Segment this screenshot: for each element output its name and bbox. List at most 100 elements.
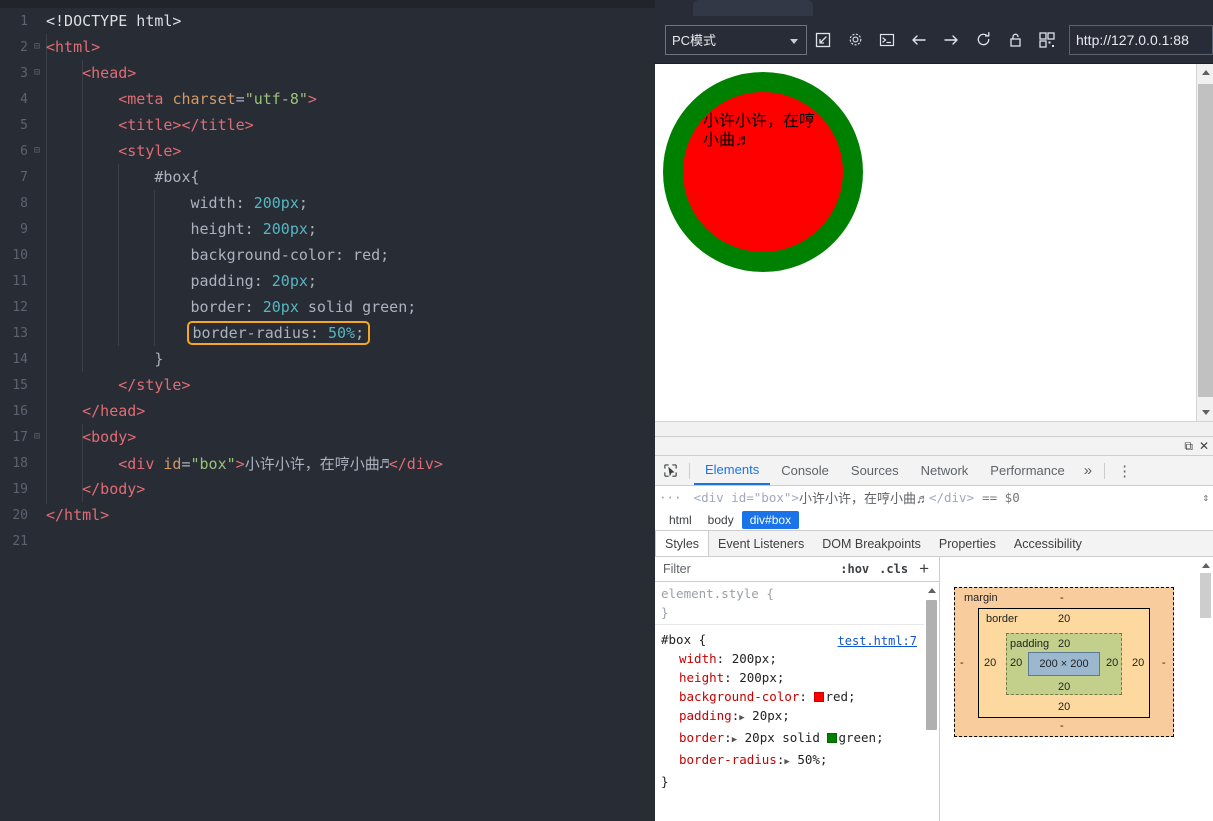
box-model-scrollbar[interactable] (1198, 557, 1213, 821)
styles-panel-tabbar[interactable]: Styles Event Listeners DOM Breakpoints P… (655, 531, 1213, 557)
declaration-height[interactable]: height: 200px; (661, 668, 939, 687)
code-line[interactable]: 13 border-radius: 50%; (0, 320, 655, 346)
styles-scrollbar[interactable] (924, 582, 939, 821)
code-line[interactable]: 17 ⊟ <body> (0, 424, 655, 450)
expand-triangle-icon[interactable]: ▶ (739, 713, 744, 723)
scroll-up-arrow-icon[interactable] (924, 583, 939, 597)
rule-source-link[interactable]: test.html:7 (838, 632, 917, 651)
ptab-styles[interactable]: Styles (655, 531, 710, 556)
code-line[interactable]: 12 border: 20px solid green; (0, 294, 655, 320)
box-model-border-top[interactable]: 20 (1058, 613, 1070, 625)
code-line[interactable]: 5 <title></title> (0, 112, 655, 138)
tab-console[interactable]: Console (770, 456, 840, 485)
box-style-rule[interactable]: #box { test.html:7 width: 200px; height:… (655, 625, 939, 793)
code-line[interactable]: 6 ⊟ <style> (0, 138, 655, 164)
ptab-properties[interactable]: Properties (930, 531, 1005, 556)
code-line[interactable]: 2 ⊟ <html> (0, 34, 655, 60)
hov-toggle[interactable]: :hov (835, 562, 874, 576)
reload-icon[interactable] (967, 24, 999, 56)
tab-network[interactable]: Network (910, 456, 980, 485)
expand-triangle-icon[interactable]: ▶ (784, 757, 789, 767)
box-model-padding-right[interactable]: 20 (1106, 657, 1118, 669)
code-line[interactable]: 7 #box{ (0, 164, 655, 190)
dock-icon[interactable]: ⧉ (1184, 439, 1193, 454)
scroll-thumb[interactable] (1200, 573, 1211, 618)
breadcrumb[interactable]: html body div#box (655, 509, 1213, 531)
lock-icon[interactable] (999, 24, 1031, 56)
ptab-dom-breakpoints[interactable]: DOM Breakpoints (813, 531, 930, 556)
close-icon[interactable]: ✕ (1199, 439, 1209, 453)
tab-elements[interactable]: Elements (694, 456, 771, 485)
code-line[interactable]: 10 background-color: red; (0, 242, 655, 268)
fold-toggle-icon[interactable]: ⊟ (30, 424, 44, 450)
box-model-border-left[interactable]: 20 (984, 657, 996, 669)
code-line[interactable]: 1 <!DOCTYPE html> (0, 8, 655, 34)
scroll-thumb[interactable] (1198, 84, 1213, 397)
popout-window-icon[interactable] (807, 24, 839, 56)
cls-toggle[interactable]: .cls (874, 562, 913, 576)
device-mode-select[interactable]: PC模式 (665, 24, 807, 55)
declaration-background-color[interactable]: background-color: red; (661, 687, 939, 706)
fold-toggle-icon[interactable]: ⊟ (30, 138, 44, 164)
tab-sources[interactable]: Sources (840, 456, 910, 485)
box-model-border-right[interactable]: 20 (1132, 657, 1144, 669)
code-line[interactable]: 4 <meta charset="utf-8"> (0, 86, 655, 112)
devtools-tabbar[interactable]: Elements Console Sources Network Perform… (655, 456, 1213, 486)
qrcode-icon[interactable] (1031, 24, 1063, 56)
code-editor[interactable]: 1 <!DOCTYPE html> 2 ⊟ <html> 3 ⊟ <head> 4 <meta… (0, 0, 655, 781)
dom-tree-row[interactable]: ··· <div id="box"> 小许小许，在哼小曲♬ </div> == … (655, 486, 1213, 509)
styles-filter-row[interactable]: Filter :hov .cls + (655, 557, 939, 582)
scroll-up-arrow-icon[interactable] (1197, 64, 1213, 81)
code-line[interactable]: 8 width: 200px; (0, 190, 655, 216)
breadcrumb-item-divbox[interactable]: div#box (741, 510, 800, 529)
dom-ellipsis[interactable]: ··· (659, 490, 694, 505)
code-line[interactable]: 14 } (0, 346, 655, 372)
inspect-element-icon[interactable] (655, 457, 685, 485)
scroll-down-arrow-icon[interactable] (1197, 404, 1213, 421)
declaration-border[interactable]: border:▶ 20px solid green; (661, 728, 939, 750)
element-style-rule[interactable]: element.style { } (655, 582, 939, 625)
page-horizontal-scrollbar[interactable] (655, 421, 1213, 436)
code-line[interactable]: 19 </body> (0, 476, 655, 502)
code-line[interactable]: 11 padding: 20px; (0, 268, 655, 294)
more-tabs-icon[interactable]: » (1076, 462, 1100, 479)
devtools-resize-handle[interactable] (655, 437, 1213, 440)
declaration-padding[interactable]: padding:▶ 20px; (661, 706, 939, 728)
browser-toolbar[interactable]: PC模式 http://127.0.0.1:88 (655, 16, 1213, 63)
dom-scroll-indicator[interactable]: ⇕ (1202, 491, 1209, 504)
declaration-border-radius[interactable]: border-radius:▶ 50%; (661, 750, 939, 772)
fold-toggle-icon[interactable]: ⊟ (30, 60, 44, 86)
ptab-event-listeners[interactable]: Event Listeners (709, 531, 813, 556)
code-line[interactable]: 21 (0, 528, 655, 554)
code-line[interactable]: 3 ⊟ <head> (0, 60, 655, 86)
code-line[interactable]: 20 </html> (0, 502, 655, 528)
styles-pane[interactable]: Filter :hov .cls + element.style { } #bo… (655, 557, 940, 821)
declaration-width[interactable]: width: 200px; (661, 649, 939, 668)
code-line[interactable]: 18 <div id="box">小许小许，在哼小曲♬</div> (0, 450, 655, 476)
console-icon[interactable] (871, 24, 903, 56)
box-model-margin-bottom[interactable]: - (1060, 720, 1064, 732)
back-arrow-icon[interactable] (903, 24, 935, 56)
scroll-thumb[interactable] (926, 600, 937, 730)
address-bar[interactable]: http://127.0.0.1:88 (1069, 24, 1213, 55)
ptab-accessibility[interactable]: Accessibility (1005, 531, 1091, 556)
browser-tabstrip[interactable] (655, 0, 1213, 16)
breadcrumb-item-body[interactable]: body (700, 511, 742, 529)
box-model-padding-top[interactable]: 20 (1058, 638, 1070, 650)
page-vertical-scrollbar[interactable] (1196, 64, 1213, 421)
box-model-margin-top[interactable]: - (1060, 592, 1064, 604)
forward-arrow-icon[interactable] (935, 24, 967, 56)
fold-toggle-icon[interactable]: ⊟ (30, 34, 44, 60)
editor-lines[interactable]: 1 <!DOCTYPE html> 2 ⊟ <html> 3 ⊟ <head> 4 <meta… (0, 0, 655, 554)
color-swatch-green[interactable] (827, 733, 838, 743)
box-model-diagram[interactable]: margin - - - - border 20 20 20 20 paddin… (954, 587, 1174, 737)
breadcrumb-item-html[interactable]: html (661, 511, 700, 529)
box-model-border-bottom[interactable]: 20 (1058, 701, 1070, 713)
tab-performance[interactable]: Performance (979, 456, 1075, 485)
box-model-margin-left[interactable]: - (960, 657, 964, 669)
div-box-element[interactable]: 小许小许，在哼小曲♬ (663, 72, 863, 272)
box-model-margin-right[interactable]: - (1162, 657, 1166, 669)
box-model-content-layer[interactable]: 200 × 200 (1028, 652, 1100, 676)
gear-icon[interactable] (839, 24, 871, 56)
devtools-menu-icon[interactable]: ⋮ (1109, 462, 1140, 480)
